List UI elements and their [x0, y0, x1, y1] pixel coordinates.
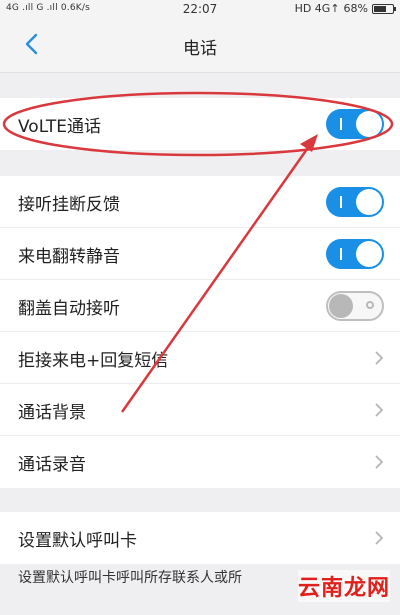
settings-row-flip-auto-answer[interactable]: 翻盖自动接听 [0, 280, 400, 332]
volte-group: VoLTE通话 [0, 98, 400, 150]
row-label: 来电翻转静音 [18, 247, 120, 267]
settings-row-reject-with-sms[interactable]: 拒接来电+回复短信 [0, 332, 400, 384]
network-indicator: HD 4G↑ [294, 2, 340, 15]
row-label: 设置默认呼叫卡 [18, 531, 137, 551]
settings-row-call-recording[interactable]: 通话录音 [0, 436, 400, 488]
status-right: HD 4G↑ 68% [294, 2, 396, 15]
row-label: VoLTE通话 [18, 117, 101, 137]
default-card-group: 设置默认呼叫卡 [0, 512, 400, 564]
row-label: 翻盖自动接听 [18, 299, 120, 319]
status-bar: 4G .ıll G .ıll 0.6K/s 22:07 HD 4G↑ 68% [0, 0, 400, 18]
battery-percent: 68% [343, 2, 368, 15]
chevron-right-icon [375, 403, 384, 417]
settings-row-volte[interactable]: VoLTE通话 [0, 98, 400, 150]
volte-toggle[interactable] [326, 109, 384, 139]
chevron-right-icon [375, 531, 384, 545]
watermark-logo: 云南龙网 [297, 570, 390, 602]
flip-auto-answer-toggle[interactable] [326, 291, 384, 321]
settings-row-call-background[interactable]: 通话背景 [0, 384, 400, 436]
battery-icon [372, 3, 396, 14]
settings-row-answer-hangup-feedback[interactable]: 接听挂断反馈 [0, 176, 400, 228]
default-card-footnote: 设置默认呼叫卡呼叫所存联系人或所 [18, 570, 242, 586]
chevron-right-icon [375, 351, 384, 365]
settings-row-default-call-card[interactable]: 设置默认呼叫卡 [0, 512, 400, 564]
call-settings-group: 接听挂断反馈 来电翻转静音 翻盖自动接听 拒接来电+回复短信 通话背景 通话录音 [0, 176, 400, 488]
row-label: 通话背景 [18, 403, 86, 423]
row-label: 拒接来电+回复短信 [18, 351, 169, 371]
app-header: 电话 [0, 18, 400, 73]
chevron-right-icon [375, 455, 384, 469]
flip-to-mute-toggle[interactable] [326, 239, 384, 269]
settings-row-flip-to-mute[interactable]: 来电翻转静音 [0, 228, 400, 280]
answer-hangup-feedback-toggle[interactable] [326, 187, 384, 217]
page-title: 电话 [183, 39, 217, 59]
row-label: 接听挂断反馈 [18, 195, 120, 215]
row-label: 通话录音 [18, 455, 86, 475]
